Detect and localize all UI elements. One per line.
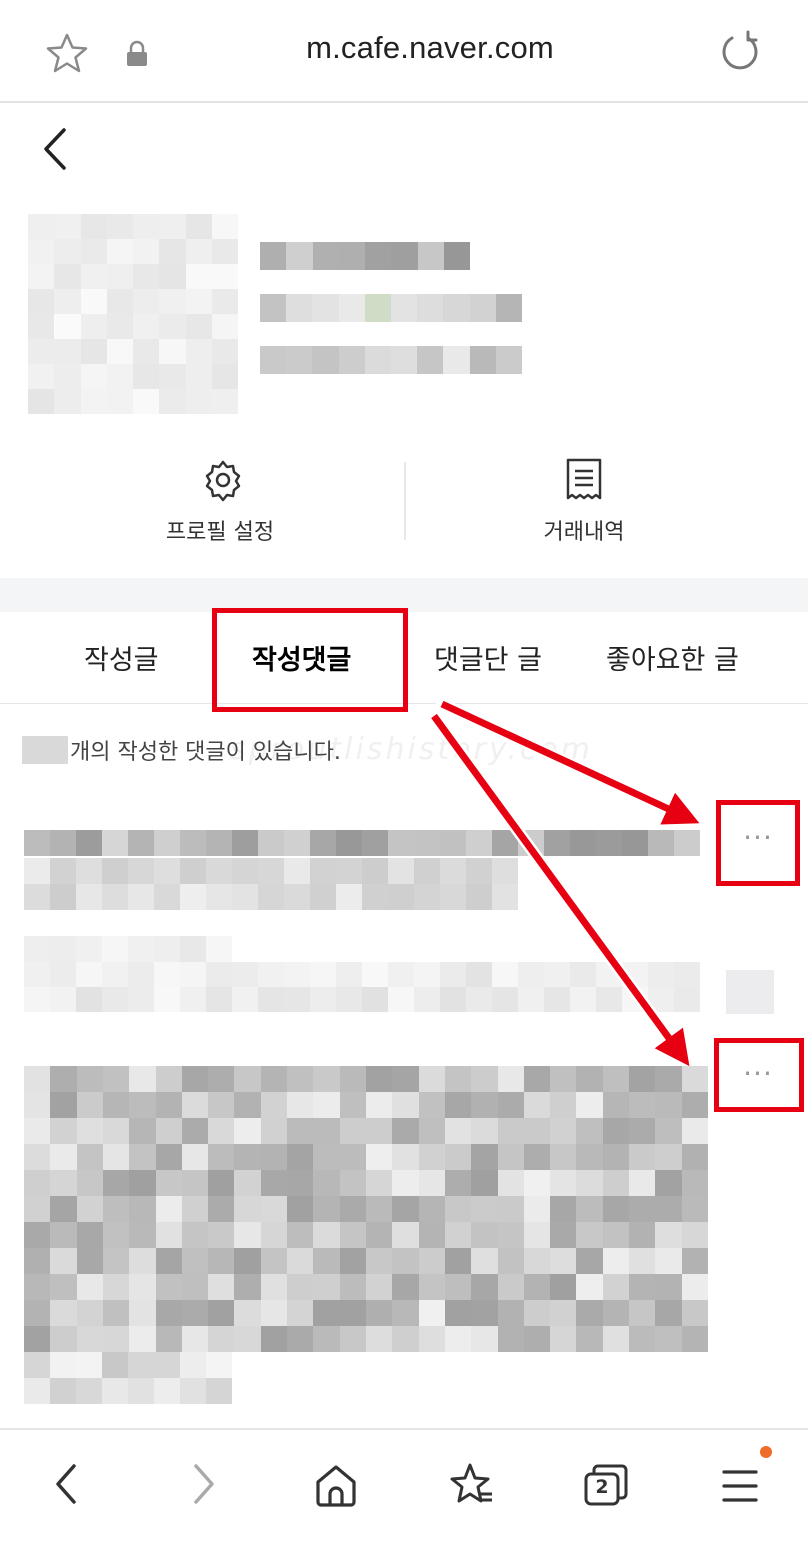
comment-count: 개의 작성한 댓글이 있습니다.	[22, 734, 722, 768]
highlight-box	[212, 608, 408, 712]
receipt-icon	[566, 458, 602, 500]
profile-info-blurred	[260, 346, 522, 374]
lock-icon	[127, 40, 147, 66]
browser-bottom-nav: 2	[0, 1428, 808, 1553]
count-number-blurred	[22, 736, 68, 764]
divider	[404, 462, 406, 540]
comment-text-blurred	[24, 1066, 708, 1352]
notification-dot	[760, 1446, 772, 1458]
star-icon[interactable]	[46, 32, 88, 74]
list-item[interactable]	[24, 830, 700, 1020]
list-item[interactable]	[24, 1066, 708, 1426]
comment-date-blurred	[24, 936, 232, 962]
forward-icon	[194, 1464, 214, 1504]
gear-icon	[205, 460, 241, 502]
section-separator	[0, 578, 808, 612]
tab-count: 2	[595, 1476, 609, 1498]
tab-liked-posts[interactable]: 좋아요한 글	[606, 638, 739, 677]
nav-back-button[interactable]	[26, 1450, 106, 1520]
bookmarks-icon	[450, 1463, 492, 1503]
highlight-box	[716, 800, 800, 886]
comment-meta-blurred	[24, 962, 700, 1012]
transaction-history-button[interactable]: 거래내역	[404, 440, 764, 560]
avatar	[28, 214, 238, 414]
nav-bookmarks-button[interactable]	[430, 1450, 510, 1520]
comment-text-blurred	[24, 830, 700, 856]
browser-url-bar: m.cafe.naver.com	[0, 0, 808, 103]
post-title-blurred	[24, 858, 518, 910]
profile-nickname-blurred	[260, 242, 470, 270]
nav-forward-button[interactable]	[164, 1450, 244, 1520]
post-title-blurred	[24, 1352, 232, 1404]
highlight-box	[714, 1038, 804, 1112]
back-icon	[56, 1464, 76, 1504]
tab-commented-posts[interactable]: 댓글단 글	[434, 638, 542, 677]
profile-settings-button[interactable]: 프로필 설정	[40, 440, 400, 560]
url-text[interactable]: m.cafe.naver.com	[200, 30, 660, 66]
reload-icon[interactable]	[718, 30, 762, 74]
home-icon	[316, 1465, 356, 1507]
nav-home-button[interactable]	[296, 1450, 376, 1520]
profile-info-blurred	[260, 294, 522, 322]
profile-settings-label: 프로필 설정	[165, 520, 275, 545]
nav-menu-button[interactable]	[700, 1450, 780, 1520]
activity-tabs: 작성글 작성댓글 댓글단 글 좋아요한 글	[0, 608, 808, 712]
transaction-history-label: 거래내역	[543, 520, 625, 545]
back-arrow-icon[interactable]	[36, 124, 76, 174]
comment-count-text: 개의 작성한 댓글이 있습니다.	[70, 740, 341, 765]
thumbnail-blurred	[726, 970, 774, 1014]
menu-icon	[722, 1470, 758, 1502]
nav-tabs-button[interactable]: 2	[566, 1450, 646, 1520]
tab-posts[interactable]: 작성글	[84, 638, 159, 677]
